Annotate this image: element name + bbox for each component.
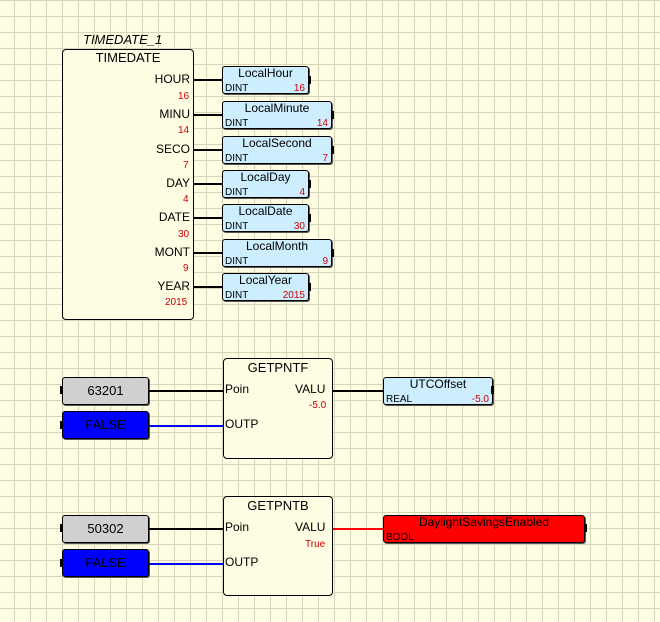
wire-minu xyxy=(194,114,224,116)
var-name: UTCOffset xyxy=(409,377,467,391)
var-type: DINT xyxy=(225,256,249,267)
var-type: BOOL xyxy=(386,532,414,543)
var-type: DINT xyxy=(225,290,249,301)
var-localday[interactable]: LocalDay DINT 4 xyxy=(222,170,309,198)
pin-date: DATE xyxy=(158,210,190,224)
var-localsecond[interactable]: LocalSecond DINT 7 xyxy=(222,136,332,164)
var-type: DINT xyxy=(225,118,249,129)
pin-seco: SECO xyxy=(155,142,190,156)
wire-valu-b xyxy=(333,528,385,530)
var-name: DaylightSavingsEnabled xyxy=(418,515,550,529)
getpntf-block-title: GETPNTF xyxy=(247,360,309,375)
pin-valu-b: VALU xyxy=(295,520,326,534)
var-localminute[interactable]: LocalMinute DINT 14 xyxy=(222,101,332,129)
wire-valu-f xyxy=(333,390,385,392)
var-name: LocalMonth xyxy=(245,239,309,253)
var-value: 30 xyxy=(293,221,305,232)
var-type: REAL xyxy=(386,394,413,405)
const-50302[interactable]: 50302 xyxy=(62,515,149,543)
wire-poin-f xyxy=(149,390,224,392)
var-value: 14 xyxy=(316,118,328,129)
var-name: LocalDate xyxy=(238,204,293,218)
var-value: 16 xyxy=(293,83,305,94)
var-type: DINT xyxy=(225,187,249,198)
wire-year xyxy=(194,286,224,288)
var-localdate[interactable]: LocalDate DINT 30 xyxy=(222,204,309,232)
value-day: 4 xyxy=(183,194,189,205)
wire-poin-b xyxy=(149,528,224,530)
pin-minu: MINU xyxy=(159,107,190,121)
connector-tick xyxy=(331,146,334,154)
timedate-instance-name: TIMEDATE_1 xyxy=(83,32,163,47)
var-value: 7 xyxy=(322,153,328,164)
connector-tick xyxy=(308,76,311,84)
var-localhour[interactable]: LocalHour DINT 16 xyxy=(222,66,309,94)
var-name: LocalDay xyxy=(240,170,291,184)
pin-mont: MONT xyxy=(154,245,190,259)
var-name: LocalMinute xyxy=(244,101,310,115)
var-localyear[interactable]: LocalYear DINT 2015 xyxy=(222,273,309,301)
value-minu: 14 xyxy=(178,125,190,136)
connector-tick xyxy=(308,283,311,291)
var-type: DINT xyxy=(225,83,249,94)
var-name: LocalHour xyxy=(238,66,293,80)
pin-poin-f: Poin xyxy=(225,382,250,396)
var-value: 2015 xyxy=(282,290,305,301)
connector-tick xyxy=(331,111,334,119)
wire-hour xyxy=(194,79,224,81)
pin-outp-b: OUTP xyxy=(225,555,259,569)
valu-value-f: -5.0 xyxy=(309,400,327,411)
wire-outp-b xyxy=(149,563,224,565)
var-type: DINT xyxy=(225,153,249,164)
const-false-b[interactable]: FALSE xyxy=(62,549,149,577)
var-value: 9 xyxy=(322,256,328,267)
wire-day xyxy=(194,183,224,185)
getpntb-block-title: GETPNTB xyxy=(247,498,309,513)
wire-seco xyxy=(194,149,224,151)
timedate-block-title: TIMEDATE xyxy=(95,50,161,65)
value-seco: 7 xyxy=(183,160,189,171)
var-value: -5.0 xyxy=(471,394,489,405)
var-utcoffset[interactable]: UTCOffset REAL -5.0 xyxy=(383,377,493,405)
connector-tick xyxy=(331,249,334,257)
connector-tick xyxy=(584,524,587,532)
pin-year: YEAR xyxy=(157,279,190,293)
const-63201[interactable]: 63201 xyxy=(62,377,149,405)
wire-mont xyxy=(194,252,224,254)
value-date: 30 xyxy=(178,229,190,240)
valu-value-b: True xyxy=(305,539,326,550)
var-name: LocalYear xyxy=(239,273,292,287)
pin-outp-f: OUTP xyxy=(225,417,259,431)
connector-tick xyxy=(308,214,311,222)
value-mont: 9 xyxy=(183,263,189,274)
connector-tick xyxy=(308,180,311,188)
const-false-f[interactable]: FALSE xyxy=(62,411,149,439)
value-year: 2015 xyxy=(165,297,188,308)
wire-date xyxy=(194,217,224,219)
value-hour: 16 xyxy=(178,91,190,102)
var-localmonth[interactable]: LocalMonth DINT 9 xyxy=(222,239,332,267)
pin-poin-b: Poin xyxy=(225,520,250,534)
connector-tick xyxy=(491,386,494,394)
var-value: 4 xyxy=(299,187,305,198)
pin-hour: HOUR xyxy=(154,72,190,86)
var-name: LocalSecond xyxy=(242,136,312,150)
var-daylightsavingsenabled[interactable]: DaylightSavingsEnabled BOOL xyxy=(383,515,585,543)
pin-day: DAY xyxy=(166,176,190,190)
wire-outp-f xyxy=(149,425,224,427)
var-type: DINT xyxy=(225,221,249,232)
pin-valu-f: VALU xyxy=(295,382,326,396)
